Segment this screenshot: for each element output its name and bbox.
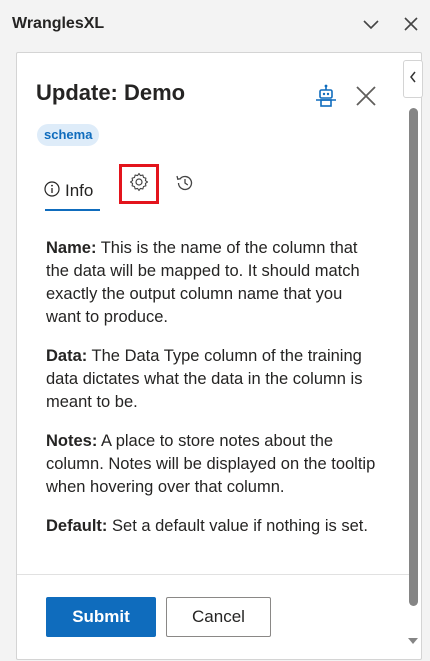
task-pane-header: WranglesXL — [0, 0, 430, 50]
tab-history[interactable] — [172, 170, 198, 200]
info-text: Set a default value if nothing is set. — [107, 517, 368, 535]
gear-icon — [129, 172, 149, 197]
tab-info[interactable]: Info — [44, 173, 93, 209]
submit-button[interactable]: Submit — [46, 597, 156, 637]
scrollbar-thumb[interactable] — [409, 108, 418, 606]
card-close-icon[interactable] — [353, 83, 379, 109]
selected-tab-indicator — [45, 209, 100, 211]
footer-divider — [17, 574, 409, 575]
tab-info-label: Info — [65, 181, 94, 200]
chevron-left-icon — [409, 70, 417, 88]
schema-badge: schema — [37, 124, 100, 146]
scroll-down-arrow[interactable] — [406, 634, 420, 648]
tab-settings[interactable] — [119, 164, 159, 204]
info-item-data: Data: The Data Type column of the traini… — [46, 345, 376, 414]
update-card: Update: Demo schema Info Name: This is t… — [16, 52, 422, 660]
robot-icon[interactable] — [313, 83, 339, 109]
close-icon[interactable] — [399, 12, 423, 36]
info-item-default: Default: Set a default value if nothing … — [46, 515, 376, 538]
info-term: Data: — [46, 347, 88, 365]
cancel-button[interactable]: Cancel — [166, 597, 271, 637]
info-icon — [44, 180, 60, 202]
history-icon — [175, 173, 195, 198]
pane-title: WranglesXL — [12, 15, 105, 32]
card-title: Update: Demo — [36, 80, 186, 105]
info-term: Notes: — [46, 432, 98, 450]
info-text: The Data Type column of the training dat… — [46, 347, 363, 411]
info-term: Default: — [46, 517, 108, 535]
info-content: Name: This is the name of the column tha… — [46, 237, 376, 554]
panel-collapse-button[interactable] — [403, 60, 423, 98]
info-item-name: Name: This is the name of the column tha… — [46, 237, 376, 329]
chevron-down-icon[interactable] — [359, 12, 383, 36]
info-item-notes: Notes: A place to store notes about the … — [46, 430, 376, 499]
info-term: Name: — [46, 239, 97, 257]
